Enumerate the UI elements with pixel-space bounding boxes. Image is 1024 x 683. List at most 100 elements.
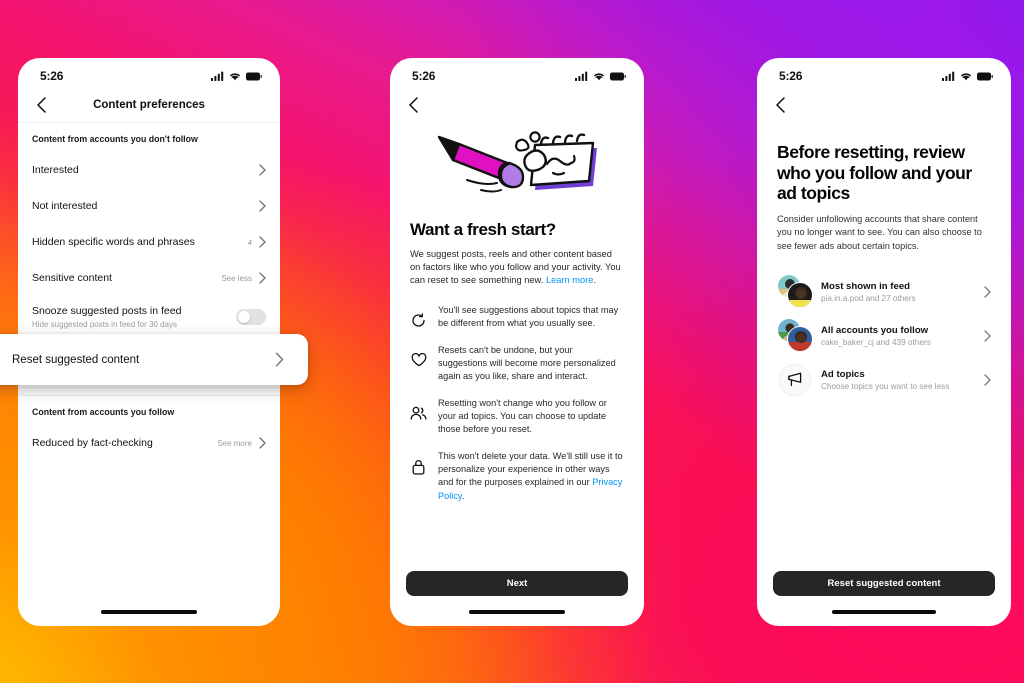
back-button[interactable] bbox=[32, 96, 50, 114]
hidden-words-count: 4 bbox=[247, 237, 252, 247]
review-item-subtitle: Choose topics you want to see less bbox=[821, 381, 950, 391]
back-button[interactable] bbox=[404, 96, 422, 114]
list-item-hidden-words[interactable]: Hidden specific words and phrases 4 bbox=[18, 224, 280, 260]
cta-container: Next bbox=[390, 571, 644, 596]
status-bar-time: 5:26 bbox=[40, 69, 64, 83]
chevron-right-icon bbox=[259, 236, 266, 248]
bullet-text: Resetting won't change who you follow or… bbox=[438, 397, 607, 435]
avatar-stack bbox=[777, 273, 817, 310]
bullet-text: You'll see suggestions about topics that… bbox=[438, 304, 619, 329]
phone-screen-before-resetting: 5:26 Before resetting, review who you fo… bbox=[757, 58, 1011, 626]
status-bar-icons bbox=[942, 71, 993, 81]
list-item-reduced-by-fact-checking[interactable]: Reduced by fact-checking See more bbox=[18, 425, 280, 461]
status-bar-icons bbox=[575, 71, 626, 81]
chevron-right-icon bbox=[984, 374, 991, 386]
avatar-front bbox=[787, 325, 813, 352]
bullet-text: This won't delete your data. We'll still… bbox=[438, 450, 624, 503]
list-item-label: Hidden specific words and phrases bbox=[32, 235, 195, 248]
highlighted-reset-suggested-content-row[interactable]: Reset suggested content bbox=[0, 334, 308, 385]
back-button[interactable] bbox=[771, 96, 789, 114]
learn-more-link[interactable]: Learn more bbox=[546, 275, 594, 285]
home-indicator bbox=[469, 610, 565, 614]
chevron-right-icon bbox=[259, 272, 266, 284]
cellular-signal-icon bbox=[211, 71, 224, 81]
bullet-item-follow-unchanged: Resetting won't change who you follow or… bbox=[410, 397, 624, 437]
review-item-title: All accounts you follow bbox=[821, 324, 929, 336]
review-item-title: Most shown in feed bbox=[821, 280, 911, 292]
status-bar-time: 5:26 bbox=[779, 69, 803, 83]
status-bar-icons bbox=[211, 71, 262, 81]
section-header-you-follow: Content from accounts you follow bbox=[32, 407, 175, 417]
avatar-stack bbox=[777, 317, 817, 354]
review-item-title: Ad topics bbox=[821, 368, 865, 380]
chevron-right-icon bbox=[984, 330, 991, 342]
status-bar: 5:26 bbox=[390, 58, 644, 88]
list-item-all-accounts-you-follow[interactable]: All accounts you follow cake_baker_cj an… bbox=[777, 314, 991, 358]
pencil-erasing-notepad-illustration bbox=[410, 128, 624, 206]
bullet-text: Resets can't be undone, but your suggest… bbox=[438, 344, 616, 382]
screenshot-canvas: 5:26 Content preferences Content from ac… bbox=[0, 0, 1024, 683]
lock-icon bbox=[410, 450, 427, 475]
reset-suggested-content-button[interactable]: Reset suggested content bbox=[773, 571, 995, 596]
chevron-right-icon bbox=[259, 164, 266, 176]
home-indicator bbox=[832, 610, 936, 614]
snooze-label: Snooze suggested posts in feed bbox=[32, 304, 182, 317]
bullet-item-suggestions: You'll see suggestions about topics that… bbox=[410, 304, 624, 331]
status-bar: 5:26 bbox=[757, 58, 1011, 88]
fresh-start-heading: Want a fresh start? bbox=[410, 220, 556, 239]
chevron-right-icon bbox=[259, 200, 266, 212]
wifi-icon bbox=[229, 71, 241, 81]
wifi-icon bbox=[960, 71, 972, 81]
before-resetting-title: Before resetting, review who you follow … bbox=[777, 142, 972, 204]
bullet-item-resets-undone: Resets can't be undone, but your suggest… bbox=[410, 344, 624, 384]
review-item-subtitle: cake_baker_cj and 439 others bbox=[821, 337, 931, 347]
before-resetting-subtitle: Consider unfollowing accounts that share… bbox=[777, 213, 982, 251]
list-item-not-interested[interactable]: Not interested bbox=[18, 188, 280, 224]
status-bar-time: 5:26 bbox=[412, 69, 436, 83]
refresh-arrow-icon bbox=[410, 304, 427, 328]
cellular-signal-icon bbox=[575, 71, 588, 81]
fact-checking-value: See more bbox=[217, 438, 252, 448]
snooze-sublabel: Hide suggested posts in feed for 30 days bbox=[32, 319, 177, 329]
battery-icon bbox=[610, 72, 626, 81]
bullet-item-data-privacy: This won't delete your data. We'll still… bbox=[410, 450, 624, 503]
nav-bar bbox=[757, 88, 1011, 122]
chevron-right-icon bbox=[984, 286, 991, 298]
fresh-start-body: Want a fresh start? We suggest posts, re… bbox=[390, 128, 644, 503]
list-item-interested[interactable]: Interested bbox=[18, 152, 280, 188]
fresh-start-paragraph: We suggest posts, reels and other conten… bbox=[410, 248, 624, 288]
list-item-ad-topics[interactable]: Ad topics Choose topics you want to see … bbox=[777, 358, 991, 402]
chevron-right-icon bbox=[259, 437, 266, 449]
highlight-card-label: Reset suggested content bbox=[12, 353, 140, 366]
list-item-most-shown-in-feed[interactable]: Most shown in feed pia.in.a.pod and 27 o… bbox=[777, 270, 991, 314]
battery-icon bbox=[977, 72, 993, 81]
before-resetting-body: Before resetting, review who you follow … bbox=[757, 142, 1011, 402]
people-icon bbox=[410, 397, 427, 420]
status-bar: 5:26 bbox=[18, 58, 280, 88]
chevron-right-icon bbox=[275, 352, 284, 367]
snooze-toggle[interactable] bbox=[236, 309, 266, 325]
list-item-label: Interested bbox=[32, 163, 79, 176]
wifi-icon bbox=[593, 71, 605, 81]
section-header-dont-follow: Content from accounts you don't follow bbox=[32, 134, 198, 144]
megaphone-icon bbox=[779, 363, 811, 396]
section-divider-band bbox=[18, 387, 280, 396]
nav-bar bbox=[390, 88, 644, 122]
list-item-label: Not interested bbox=[32, 199, 98, 212]
home-indicator bbox=[101, 610, 197, 614]
page-title: Content preferences bbox=[93, 99, 205, 111]
list-item-snooze-suggested-posts[interactable]: Snooze suggested posts in feed Hide sugg… bbox=[18, 296, 280, 338]
next-button[interactable]: Next bbox=[406, 571, 628, 596]
nav-bar: Content preferences bbox=[18, 88, 280, 122]
paragraph-tail: . bbox=[593, 275, 597, 286]
sensitive-content-value: See less bbox=[221, 273, 252, 283]
heart-icon bbox=[410, 344, 427, 367]
list-item-label: Reduced by fact-checking bbox=[32, 436, 153, 449]
cellular-signal-icon bbox=[942, 71, 955, 81]
list-item-label: Sensitive content bbox=[32, 271, 112, 284]
phone-screen-fresh-start: 5:26 Want a fresh start? We suggest post… bbox=[390, 58, 644, 626]
avatar-front bbox=[787, 281, 813, 308]
list-item-sensitive-content[interactable]: Sensitive content See less bbox=[18, 260, 280, 296]
review-item-subtitle: pia.in.a.pod and 27 others bbox=[821, 293, 916, 303]
bullet-list: You'll see suggestions about topics that… bbox=[410, 304, 624, 503]
